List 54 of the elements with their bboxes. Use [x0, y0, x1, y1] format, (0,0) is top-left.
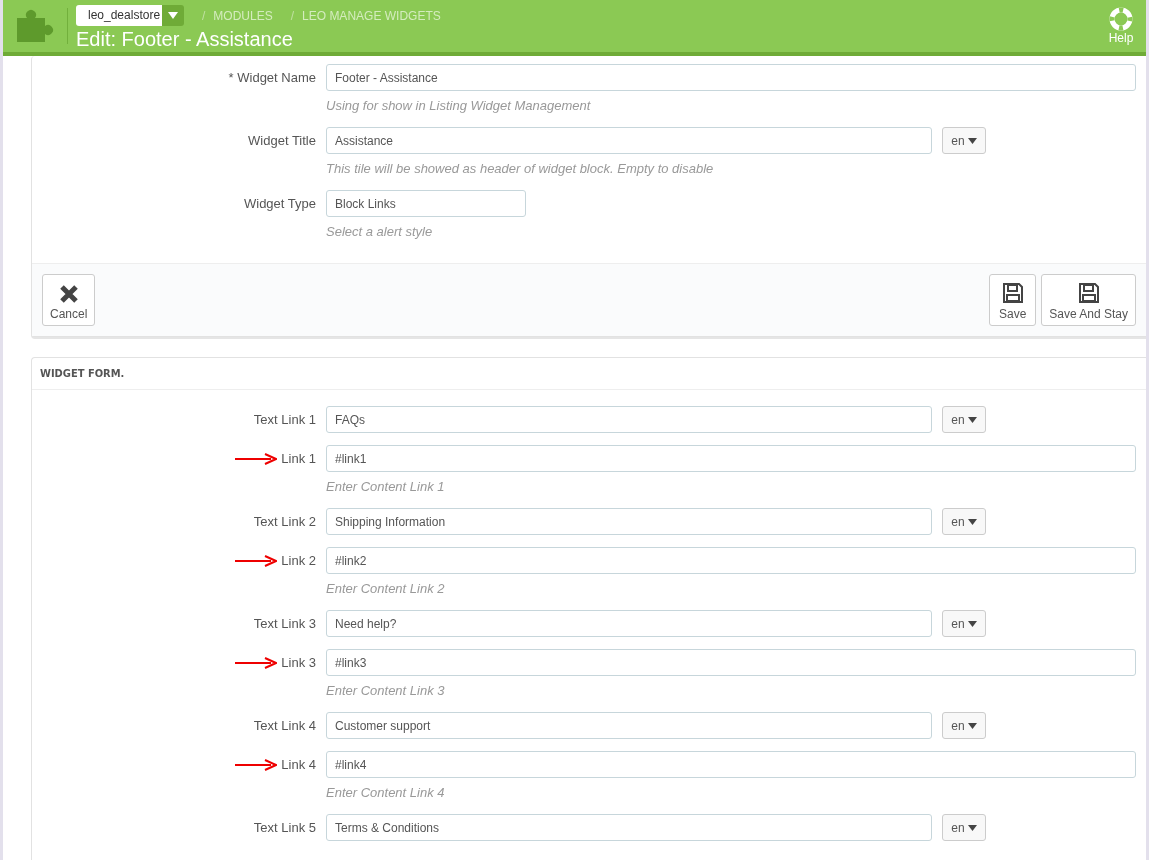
lifebuoy-icon	[1109, 7, 1133, 31]
cancel-button[interactable]: Cancel	[42, 274, 96, 326]
field-label: Link 3	[281, 655, 316, 670]
field-label: Text Link 5	[253, 820, 316, 835]
text-input[interactable]: #link1	[326, 445, 1136, 472]
caret-icon	[967, 620, 977, 627]
help-text: This tile will be showed as header of widget block. Empty to disable	[326, 161, 715, 176]
text-input[interactable]: Shipping Information	[326, 508, 932, 535]
help-text: Enter Content Link 2	[326, 581, 446, 596]
help-text: Enter Content Link 3	[326, 683, 446, 698]
text-input[interactable]: Need help?	[326, 610, 932, 637]
field-label: Text Link 2	[253, 514, 316, 529]
save-button[interactable]: Save	[989, 274, 1037, 326]
field-label: Text Link 3	[253, 616, 316, 631]
caret-icon	[967, 518, 977, 525]
caret-icon	[967, 824, 977, 831]
text-input[interactable]: #link2	[326, 547, 1136, 574]
puzzle-piece-icon	[15, 8, 55, 44]
breadcrumb-separator: /	[290, 8, 295, 23]
text-input[interactable]: Terms & Conditions	[326, 814, 932, 841]
field-label: Text Link 1	[253, 412, 316, 427]
save-button[interactable]: Save And Stay	[1041, 274, 1136, 326]
field-label: * Widget Name	[228, 70, 316, 85]
caret-icon	[967, 137, 977, 144]
field-label: Link 1	[281, 451, 316, 466]
language-dropdown[interactable]: en	[942, 508, 986, 535]
field-label: Widget Type	[243, 196, 316, 211]
text-input[interactable]: Footer - Assistance	[326, 64, 1136, 91]
text-input[interactable]: #link4	[326, 751, 1136, 778]
field-label: Link 4	[281, 757, 316, 772]
text-input[interactable]: Customer support	[326, 712, 932, 739]
breadcrumb-separator: /	[202, 8, 206, 23]
caret-icon	[967, 722, 977, 729]
language-dropdown[interactable]: en	[942, 610, 986, 637]
text-input[interactable]: Block Links	[326, 190, 526, 217]
text-input[interactable]: #link3	[326, 649, 1136, 676]
text-input[interactable]: Assistance	[326, 127, 932, 154]
language-dropdown[interactable]: en	[942, 406, 986, 433]
help-text: Enter Content Link 4	[326, 785, 446, 800]
page-title: Edit: Footer - Assistance	[76, 28, 294, 51]
field-label: Link 2	[281, 553, 316, 568]
caret-icon	[967, 416, 977, 423]
caret-icon	[168, 12, 178, 19]
language-dropdown[interactable]: en	[942, 814, 986, 841]
panel-heading: WIDGET FORM.	[32, 358, 1146, 390]
language-dropdown[interactable]: en	[942, 712, 986, 739]
help-text: Select a alert style	[326, 224, 434, 239]
help-text: Using for show in Listing Widget Management	[326, 98, 592, 113]
field-label: Text Link 4	[253, 718, 316, 733]
help-text: Enter Content Link 1	[326, 479, 446, 494]
close-icon	[58, 284, 79, 304]
text-input[interactable]: FAQs	[326, 406, 932, 433]
field-label: Widget Title	[248, 133, 316, 148]
language-dropdown[interactable]: en	[942, 127, 986, 154]
